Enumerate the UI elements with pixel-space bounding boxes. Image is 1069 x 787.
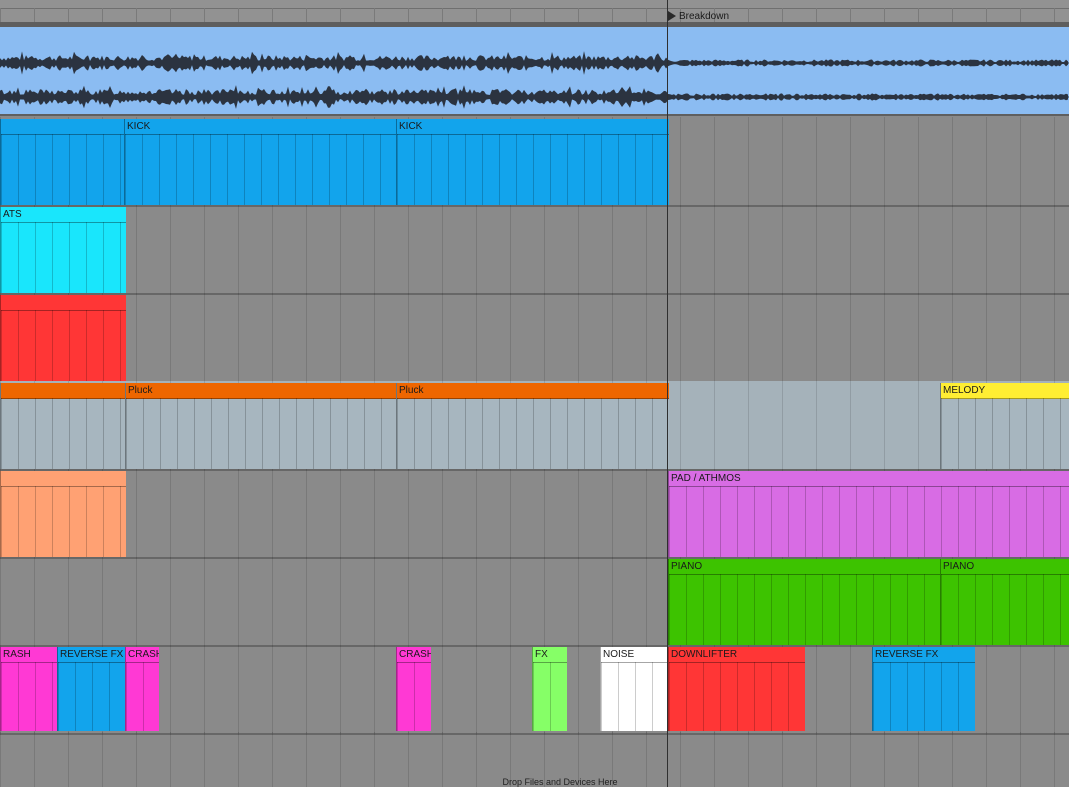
track-fx[interactable]: RASH REVERSE FX CRASH CRASH FX NOISE DOW… (0, 645, 1069, 735)
clip-piano-2[interactable]: PIANO (940, 559, 1069, 645)
track-pad[interactable]: PAD / ATHMOS (0, 469, 1069, 559)
clip-red[interactable] (0, 295, 126, 381)
clip-pluck-0[interactable] (0, 383, 126, 469)
clip-kick-0[interactable] (0, 119, 125, 205)
clip-fx[interactable]: FX (532, 647, 567, 731)
drop-zone-label: Drop Files and Devices Here (502, 777, 618, 787)
clip-label: PAD / ATHMOS (669, 471, 1069, 487)
clip-label: Pluck (397, 383, 669, 399)
clip-label: Pluck (126, 383, 397, 399)
clip-pad-athmos[interactable]: PAD / ATHMOS (668, 471, 1069, 557)
clip-pluck-2[interactable]: Pluck (396, 383, 669, 469)
track-pluck[interactable]: Pluck Pluck MELODY (0, 381, 1069, 471)
clip-label: CRASH (126, 647, 159, 663)
clip-label: REVERSE FX (58, 647, 126, 663)
clip-crash-3[interactable]: CRASH (396, 647, 431, 731)
clip-reverse-fx-2[interactable]: REVERSE FX (872, 647, 975, 731)
clip-label: RASH (1, 647, 58, 663)
clip-pluck-1[interactable]: Pluck (125, 383, 397, 469)
clip-downlifter[interactable]: DOWNLIFTER (668, 647, 805, 731)
clip-crash-2[interactable]: CRASH (125, 647, 159, 731)
track-piano[interactable]: PIANO PIANO (0, 557, 1069, 647)
arrangement-ruler[interactable] (0, 0, 1069, 24)
locator-breakdown[interactable]: Breakdown (668, 9, 729, 23)
clip-label: CRASH (397, 647, 431, 663)
section-divider (667, 0, 668, 787)
clip-label: REVERSE FX (873, 647, 975, 663)
clip-label: FX (533, 647, 567, 663)
track-hats[interactable]: ATS (0, 205, 1069, 295)
clip-label: KICK (125, 119, 397, 135)
track-kick[interactable]: KICK KICK (0, 117, 1069, 207)
audio-clip[interactable] (0, 27, 1069, 116)
clip-label: MELODY (941, 383, 1069, 399)
audio-waveform (0, 51, 1069, 109)
clip-label: NOISE (601, 647, 669, 663)
clip-melody[interactable]: MELODY (940, 383, 1069, 469)
clip-label: DOWNLIFTER (669, 647, 805, 663)
clip-noise[interactable]: NOISE (600, 647, 669, 731)
clip-label: KICK (397, 119, 669, 135)
clip-kick-2[interactable]: KICK (396, 119, 669, 205)
clip-reverse-fx-1[interactable]: REVERSE FX (57, 647, 126, 731)
clip-peach[interactable] (0, 471, 126, 557)
clip-crash-1[interactable]: RASH (0, 647, 58, 731)
clip-label: PIANO (941, 559, 1069, 575)
clip-piano-1[interactable]: PIANO (668, 559, 941, 645)
locator-triangle-icon (668, 11, 676, 21)
clip-label: ATS (1, 207, 126, 223)
clip-kick-1[interactable]: KICK (124, 119, 397, 205)
locator-label: Breakdown (679, 10, 730, 22)
clip-hats[interactable]: ATS (0, 207, 126, 293)
track-red[interactable] (0, 293, 1069, 383)
clip-label: PIANO (669, 559, 941, 575)
